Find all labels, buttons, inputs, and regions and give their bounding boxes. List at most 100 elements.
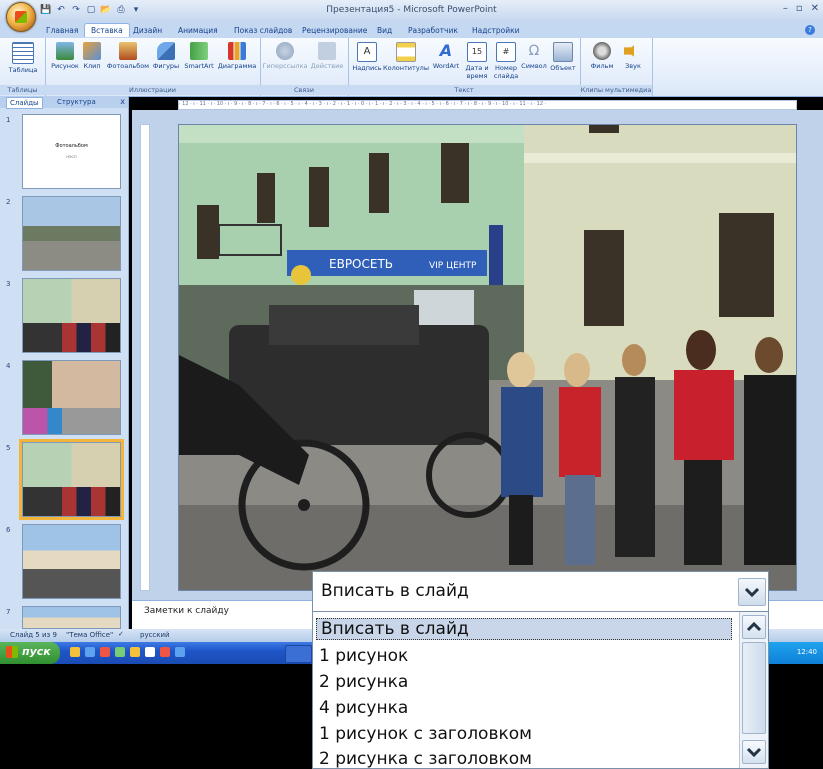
group-illustrations: Рисунок Клип Фотоальбом Фигуры SmartArt … <box>45 38 261 96</box>
group-label-tables: Таблицы <box>0 85 45 95</box>
sound-button[interactable]: Звук <box>620 42 646 70</box>
maximize-button[interactable]: ▫ <box>796 3 803 14</box>
slide-thumbnail-7[interactable] <box>22 606 121 629</box>
movie-button[interactable]: Фильм <box>586 42 618 70</box>
action-button[interactable]: Действие <box>308 42 346 70</box>
dropdown-option-1-picture-title[interactable]: 1 рисунок с заголовком <box>319 724 532 744</box>
thumbnail-title: Фотоальбом <box>55 143 88 149</box>
tab-design[interactable]: Дизайн <box>133 24 162 37</box>
textbox-button[interactable]: A Надпись <box>352 42 382 72</box>
quicklaunch-icon[interactable] <box>115 647 125 657</box>
quicklaunch-icon[interactable] <box>130 647 140 657</box>
group-tables: Таблица Таблицы <box>0 38 46 96</box>
tab-animation[interactable]: Анимация <box>178 24 218 37</box>
taskbar-app-button[interactable] <box>285 645 312 663</box>
quicklaunch-icon[interactable] <box>70 647 80 657</box>
shop-sign-euroset: ЕВРОСЕТЬ <box>329 257 393 271</box>
tab-view[interactable]: Вид <box>377 24 392 37</box>
symbol-button[interactable]: Ω Символ <box>520 42 548 70</box>
scroll-thumb[interactable] <box>742 642 766 734</box>
header-footer-button[interactable]: Колонтитулы <box>382 42 430 72</box>
minimize-button[interactable]: – <box>783 3 788 14</box>
dropdown-option-2-pictures-title[interactable]: 2 рисунка с заголовком <box>319 749 532 768</box>
office-button[interactable] <box>6 2 36 32</box>
clip-icon <box>83 42 101 60</box>
chevron-up-icon <box>746 621 762 632</box>
picture-button[interactable]: Рисунок <box>49 42 81 70</box>
smartart-button[interactable]: SmartArt <box>181 42 217 70</box>
table-button[interactable]: Таблица <box>6 42 40 74</box>
dropdown-toggle[interactable] <box>738 578 766 606</box>
dropdown-option-4-pictures[interactable]: 4 рисунка <box>319 698 408 718</box>
slide-number: 1 <box>6 116 11 124</box>
datetime-button[interactable]: 15 Дата и время <box>462 42 492 80</box>
object-button[interactable]: Объект <box>548 42 578 72</box>
photoalbum-icon <box>119 42 137 60</box>
slide-thumbnail-1[interactable]: Фотоальбом НЭСП <box>22 114 121 189</box>
slide-number: 3 <box>6 280 11 288</box>
vertical-ruler <box>140 124 150 591</box>
chart-button[interactable]: Диаграмма <box>217 42 257 70</box>
chevron-down-icon <box>744 587 760 598</box>
shop-sign-vip: VIP ЦЕНТР <box>429 261 477 271</box>
tab-slides[interactable]: Слайды <box>6 97 43 109</box>
clock[interactable]: 12:40 <box>797 648 817 656</box>
quicklaunch-icon[interactable] <box>100 647 110 657</box>
slide-number: 7 <box>6 608 11 616</box>
group-label-links: Связи <box>260 85 348 95</box>
film-icon <box>593 42 611 60</box>
help-icon[interactable]: ? <box>805 25 815 35</box>
close-button[interactable]: ✕ <box>811 3 819 14</box>
tab-home[interactable]: Главная <box>46 24 78 37</box>
windows-logo-icon <box>6 646 18 658</box>
action-icon <box>318 42 336 60</box>
slide-thumbnail-4[interactable] <box>22 360 121 435</box>
quicklaunch-icon[interactable] <box>145 647 155 657</box>
quicklaunch-icon[interactable] <box>175 647 185 657</box>
slide-thumbnail-2[interactable] <box>22 196 121 271</box>
quicklaunch-icon[interactable] <box>160 647 170 657</box>
start-button[interactable]: пуск <box>0 642 60 664</box>
group-label-illustrations: Иллюстрации <box>45 85 260 95</box>
tab-insert[interactable]: Вставка <box>84 23 130 37</box>
clip-button[interactable]: Клип <box>81 42 103 70</box>
status-theme[interactable]: "Тема Office" <box>66 631 113 639</box>
spellcheck-icon[interactable]: ✓ <box>118 630 124 638</box>
slide-number: 6 <box>6 526 11 534</box>
slide-canvas[interactable]: ЕВРОСЕТЬ VIP ЦЕНТР <box>178 124 797 591</box>
layout-dropdown[interactable]: Вписать в слайд <box>312 571 769 613</box>
group-links: Гиперссылка Действие Связи <box>260 38 349 96</box>
title-bar: 💾 ↶ ↷ ▢ 📂 ⎙ ▾ Презентация5 - Microsoft P… <box>0 0 823 23</box>
close-icon[interactable]: x <box>120 97 125 106</box>
wordart-button[interactable]: A WordArt <box>430 42 462 71</box>
window-controls: – ▫ ✕ <box>783 3 819 14</box>
tab-review[interactable]: Рецензирование <box>302 24 367 37</box>
group-text: A Надпись Колонтитулы A WordArt 15 Дата … <box>348 38 581 96</box>
tab-slideshow[interactable]: Показ слайдов <box>234 24 292 37</box>
slide-thumbnail-5[interactable] <box>19 439 124 520</box>
dropdown-option-2-pictures[interactable]: 2 рисунка <box>319 672 408 692</box>
scroll-up-button[interactable] <box>742 615 766 639</box>
slide-thumbnail-3[interactable] <box>22 278 121 353</box>
object-icon <box>553 42 573 62</box>
photoalbum-button[interactable]: Фотоальбом <box>105 42 151 70</box>
hyperlink-button[interactable]: Гиперссылка <box>262 42 308 70</box>
tab-developer[interactable]: Разработчик <box>408 24 458 37</box>
thumbnail-subtitle: НЭСП <box>66 155 77 159</box>
slidenumber-button[interactable]: # Номер слайда <box>492 42 520 80</box>
group-label-text: Текст <box>348 85 580 95</box>
slide-photo: ЕВРОСЕТЬ VIP ЦЕНТР <box>179 125 796 590</box>
table-icon <box>12 42 34 64</box>
quicklaunch-icon[interactable] <box>85 647 95 657</box>
scroll-down-button[interactable] <box>742 740 766 764</box>
status-slide-count: Слайд 5 из 9 <box>10 631 57 639</box>
dropdown-option-1-picture[interactable]: 1 рисунок <box>319 646 408 666</box>
pane-tabs: Слайды Структура x <box>0 96 128 109</box>
tab-addins[interactable]: Надстройки <box>472 24 520 37</box>
slide-thumbnail-6[interactable] <box>22 524 121 599</box>
dropdown-scrollbar[interactable] <box>739 612 768 768</box>
tab-outline[interactable]: Структура <box>54 97 99 107</box>
status-language[interactable]: русский <box>140 631 170 639</box>
shapes-button[interactable]: Фигуры <box>151 42 181 70</box>
dropdown-option-fit-slide[interactable]: Вписать в слайд <box>316 618 732 640</box>
